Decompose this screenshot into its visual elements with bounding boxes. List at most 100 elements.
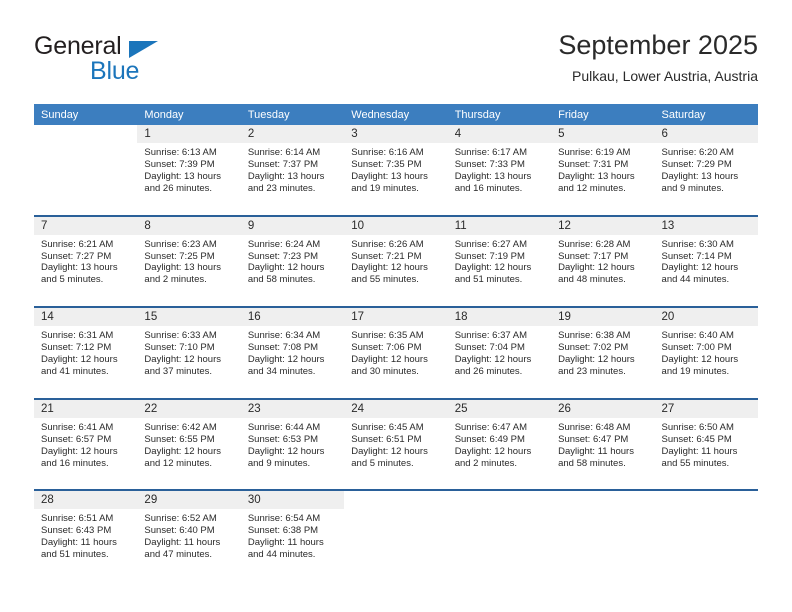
day-details: Sunrise: 6:23 AM Sunset: 7:25 PM Daylight:… xyxy=(137,235,240,287)
day-detail-line: Sunset: 7:17 PM xyxy=(558,250,629,262)
day-cell[interactable]: 27 Sunrise: 6:50 AM Sunset: 6:45 PM Dayligh… xyxy=(654,399,758,488)
day-detail-line: Sunrise: 6:42 AM xyxy=(144,421,217,433)
day-details: Sunrise: 6:33 AM Sunset: 7:10 PM Daylight:… xyxy=(137,326,240,378)
calendar-grid: Sunday Monday Tuesday Wednesday Thursday Frid… xyxy=(34,104,758,581)
day-detail-line: and 26 minutes. xyxy=(144,182,213,194)
day-cell[interactable]: 7 Sunrise: 6:21 AM Sunset: 7:27 PM Daylight… xyxy=(34,216,138,305)
day-detail-line: Sunset: 6:45 PM xyxy=(661,433,732,445)
calendar-week-row: 7 Sunrise: 6:21 AM Sunset: 7:27 PM Daylight… xyxy=(34,214,758,307)
day-detail-line: Daylight: 13 hours xyxy=(351,170,428,182)
day-detail-line: Sunset: 7:10 PM xyxy=(144,342,215,354)
day-number: 27 xyxy=(654,399,758,418)
day-detail-line: Sunrise: 6:50 AM xyxy=(661,421,734,433)
day-detail-line: Sunrise: 6:31 AM xyxy=(41,330,114,342)
day-detail-line: Sunrise: 6:54 AM xyxy=(247,513,321,525)
day-cell[interactable]: 6 Sunrise: 6:20 AM Sunset: 7:29 PM Daylight… xyxy=(654,125,758,213)
day-cell[interactable]: 24 Sunrise: 6:45 AM Sunset: 6:51 PM Dayligh… xyxy=(344,399,448,488)
day-cell[interactable]: 5 Sunrise: 6:19 AM Sunset: 7:31 PM Daylight… xyxy=(551,125,655,213)
day-number xyxy=(654,491,758,510)
day-cell[interactable]: 14 Sunrise: 6:31 AM Sunset: 7:12 PM Dayligh… xyxy=(34,308,138,396)
day-detail-line: Daylight: 12 hours xyxy=(41,445,118,457)
day-cell[interactable]: 15 Sunrise: 6:33 AM Sunset: 7:10 PM Dayligh… xyxy=(137,308,241,396)
day-details xyxy=(551,509,654,513)
day-cell[interactable]: 18 Sunrise: 6:37 AM Sunset: 7:04 PM Dayligh… xyxy=(447,308,552,396)
day-detail-line: Sunrise: 6:17 AM xyxy=(454,147,528,158)
day-number: 5 xyxy=(551,125,655,143)
day-detail-line: Sunset: 7:33 PM xyxy=(454,158,525,170)
day-detail-line: Sunset: 7:23 PM xyxy=(247,250,319,262)
day-cell[interactable]: 13 Sunrise: 6:30 AM Sunset: 7:14 PM Dayligh… xyxy=(654,216,758,305)
day-cell-empty xyxy=(551,491,655,579)
day-detail-line: Sunrise: 6:27 AM xyxy=(454,238,528,250)
day-detail-line: and 23 minutes. xyxy=(558,365,626,377)
day-cell[interactable]: 17 Sunrise: 6:35 AM Sunset: 7:06 PM Dayligh… xyxy=(344,308,448,396)
day-cell[interactable]: 20 Sunrise: 6:40 AM Sunset: 7:00 PM Dayligh… xyxy=(654,308,758,396)
day-detail-line: Sunset: 7:08 PM xyxy=(247,342,319,354)
day-cell[interactable]: 22 Sunrise: 6:42 AM Sunset: 6:55 PM Dayligh… xyxy=(137,399,241,488)
day-detail-line: Daylight: 13 hours xyxy=(144,262,221,274)
day-number: 10 xyxy=(344,216,448,235)
day-detail-line: Daylight: 12 hours xyxy=(247,445,325,457)
day-cell[interactable]: 11 Sunrise: 6:27 AM Sunset: 7:19 PM Dayligh… xyxy=(447,216,552,305)
day-detail-line: and 23 minutes. xyxy=(247,182,316,194)
day-detail-line: Sunset: 6:55 PM xyxy=(144,433,215,445)
day-detail-line: Sunrise: 6:28 AM xyxy=(558,238,631,250)
day-details: Sunrise: 6:26 AM Sunset: 7:21 PM Daylight:… xyxy=(344,235,447,287)
day-cell[interactable]: 21 Sunrise: 6:41 AM Sunset: 6:57 PM Dayligh… xyxy=(34,399,138,488)
day-cell-empty xyxy=(34,125,138,213)
day-details: Sunrise: 6:51 AM Sunset: 6:43 PM Daylight:… xyxy=(34,509,137,561)
day-detail-line: Sunrise: 6:52 AM xyxy=(144,513,217,525)
day-details: Sunrise: 6:54 AM Sunset: 6:38 PM Daylight:… xyxy=(241,509,344,561)
day-cell[interactable]: 4 Sunrise: 6:17 AM Sunset: 7:33 PM Daylight… xyxy=(447,125,552,213)
day-detail-line: and 16 minutes. xyxy=(454,182,523,194)
day-detail-line: Sunrise: 6:41 AM xyxy=(41,421,114,433)
day-detail-line: Sunset: 6:38 PM xyxy=(247,525,319,537)
day-number: 22 xyxy=(137,399,241,418)
day-detail-line: Sunrise: 6:45 AM xyxy=(351,421,424,433)
day-number: 18 xyxy=(447,308,552,327)
day-cell[interactable]: 3 Sunrise: 6:16 AM Sunset: 7:35 PM Daylight… xyxy=(344,125,448,213)
weekday-header-sunday: Sunday xyxy=(41,108,79,121)
weekday-header-thursday: Thursday xyxy=(454,108,501,121)
day-cell[interactable]: 2 Sunrise: 6:14 AM Sunset: 7:37 PM Daylight… xyxy=(240,125,345,213)
day-detail-line: Daylight: 11 hours xyxy=(247,537,324,549)
page-subtitle: Pulkau, Lower Austria, Austria xyxy=(572,68,758,84)
day-detail-line: Sunrise: 6:51 AM xyxy=(41,513,114,525)
brand-logo[interactable]: General Blue xyxy=(34,32,264,88)
day-details xyxy=(344,509,447,513)
day-detail-line: Sunset: 6:51 PM xyxy=(351,433,422,445)
day-detail-line: Sunset: 6:47 PM xyxy=(558,433,629,445)
day-number: 26 xyxy=(551,399,655,418)
day-cell[interactable]: 8 Sunrise: 6:23 AM Sunset: 7:25 PM Daylight… xyxy=(137,216,241,305)
day-detail-line: Daylight: 12 hours xyxy=(558,262,635,274)
day-details: Sunrise: 6:42 AM Sunset: 6:55 PM Daylight:… xyxy=(137,418,240,470)
day-detail-line: Sunset: 7:14 PM xyxy=(661,250,732,262)
day-detail-line: Daylight: 11 hours xyxy=(144,537,221,549)
day-cell[interactable]: 10 Sunrise: 6:26 AM Sunset: 7:21 PM Dayligh… xyxy=(344,216,448,305)
day-cell[interactable]: 30 Sunrise: 6:54 AM Sunset: 6:38 PM Dayligh… xyxy=(240,491,345,579)
day-cell[interactable]: 23 Sunrise: 6:44 AM Sunset: 6:53 PM Dayligh… xyxy=(240,399,345,488)
day-number: 14 xyxy=(34,308,138,327)
day-cell[interactable]: 25 Sunrise: 6:47 AM Sunset: 6:49 PM Dayligh… xyxy=(447,399,552,488)
day-number: 19 xyxy=(551,308,655,327)
day-cell[interactable]: 28 Sunrise: 6:51 AM Sunset: 6:43 PM Dayligh… xyxy=(34,491,138,579)
day-cell[interactable]: 12 Sunrise: 6:28 AM Sunset: 7:17 PM Dayligh… xyxy=(551,216,655,305)
day-detail-line: Sunrise: 6:21 AM xyxy=(41,238,114,250)
day-number: 3 xyxy=(344,125,448,143)
day-details: Sunrise: 6:14 AM Sunset: 7:37 PM Daylight:… xyxy=(241,143,344,195)
day-detail-line: Sunrise: 6:19 AM xyxy=(558,147,631,158)
day-cell[interactable]: 16 Sunrise: 6:34 AM Sunset: 7:08 PM Dayligh… xyxy=(240,308,345,396)
day-number xyxy=(551,491,655,510)
day-cell[interactable]: 1 Sunrise: 6:13 AM Sunset: 7:39 PM Daylight… xyxy=(137,125,241,213)
day-number: 30 xyxy=(240,491,345,510)
day-detail-line: Sunrise: 6:33 AM xyxy=(144,330,217,342)
day-detail-line: Sunset: 6:49 PM xyxy=(454,433,525,445)
day-cell[interactable]: 26 Sunrise: 6:48 AM Sunset: 6:47 PM Dayligh… xyxy=(551,399,655,488)
day-cell[interactable]: 29 Sunrise: 6:52 AM Sunset: 6:40 PM Dayligh… xyxy=(137,491,241,579)
day-number xyxy=(344,491,448,510)
day-details: Sunrise: 6:40 AM Sunset: 7:00 PM Daylight:… xyxy=(655,326,758,378)
day-detail-line: and 34 minutes. xyxy=(247,365,316,377)
day-cell[interactable]: 9 Sunrise: 6:24 AM Sunset: 7:23 PM Daylight… xyxy=(240,216,345,305)
day-cell[interactable]: 19 Sunrise: 6:38 AM Sunset: 7:02 PM Dayligh… xyxy=(551,308,655,396)
day-detail-line: and 47 minutes. xyxy=(144,549,213,561)
